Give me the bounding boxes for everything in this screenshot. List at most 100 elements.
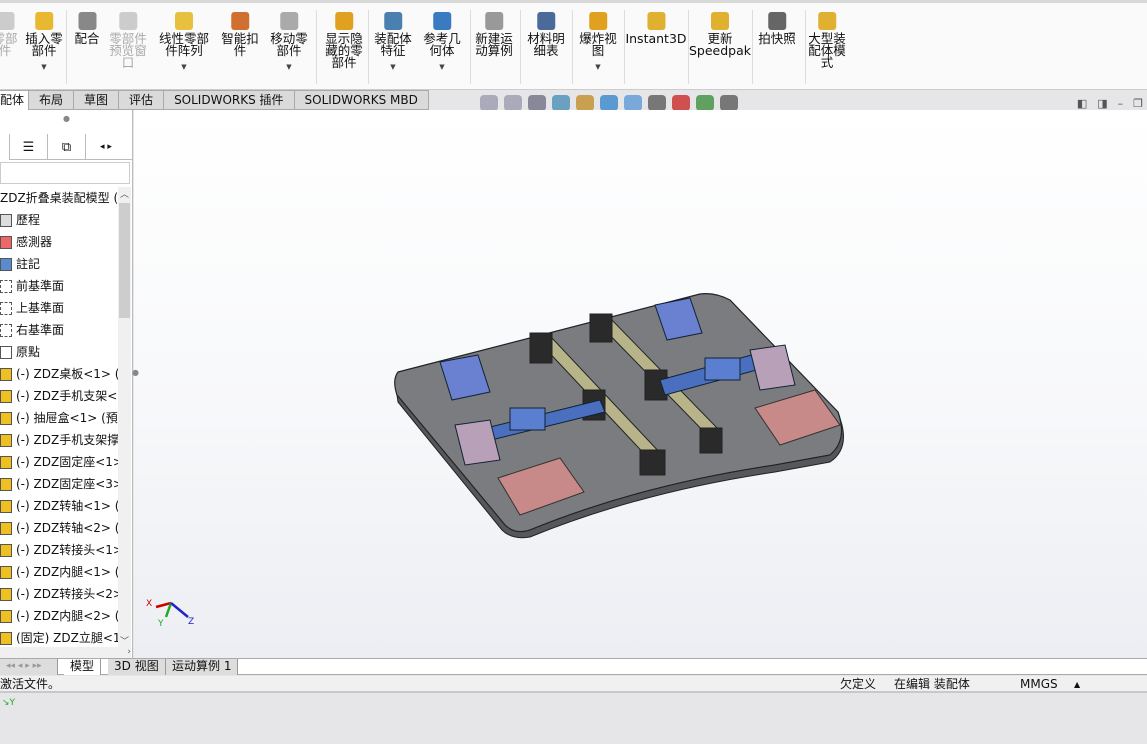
display-style-icon[interactable] — [624, 95, 642, 111]
ribbon-button-15[interactable]: 拍快照 — [758, 12, 796, 45]
ribbon-button-8[interactable]: 装配体 特征 ▼ — [374, 12, 412, 73]
history-icon — [0, 213, 12, 227]
tree-filter-input[interactable] — [0, 162, 130, 184]
part-icon — [0, 543, 12, 557]
dropdown-arrow-icon[interactable]: ▼ — [423, 61, 461, 73]
tree-item-label: (-) ZDZ转轴<1> (預 — [16, 499, 118, 513]
previous-view-icon[interactable] — [528, 95, 546, 111]
tree-item[interactable]: (-) ZDZ转轴<1> (預 — [0, 495, 118, 517]
tree-item[interactable]: (-) ZDZ转接头<2> — [0, 583, 118, 605]
minimize-icon[interactable]: – — [1118, 97, 1124, 110]
tab-3d-view[interactable]: 3D 视图 — [108, 659, 166, 675]
graphics-area[interactable]: X Y Z ● — [132, 110, 1147, 658]
tab-scroll-arrows[interactable]: ◂ ▸ — [86, 134, 126, 160]
view-orientation-icon[interactable] — [600, 95, 618, 111]
section-view-icon[interactable] — [552, 95, 570, 111]
ribbon-tool-icon — [767, 12, 786, 30]
tree-item-label: 感測器 — [16, 235, 53, 249]
tab-model[interactable]: 模型 — [64, 659, 102, 675]
tree-item[interactable]: (-) ZDZ内腿<1> (預 — [0, 561, 118, 583]
ribbon-button-14[interactable]: 更新 Speedpak — [689, 12, 751, 57]
ribbon-button-16[interactable]: 大型装 配体模 式 — [808, 12, 846, 69]
tree-item-label: (-) ZDZ手机支架<1 — [16, 389, 118, 403]
ribbon-button-label: 显示隐 藏的零 部件 — [325, 31, 363, 70]
tree-item[interactable]: (-) ZDZ手机支架撑 — [0, 429, 118, 451]
ribbon-button-11[interactable]: 材料明 细表 — [527, 12, 565, 57]
dynamic-annotation-icon[interactable] — [576, 95, 594, 111]
configuration-manager-tab-icon[interactable]: ⧉ — [48, 134, 86, 160]
tile-right-icon[interactable]: ◨ — [1097, 97, 1107, 110]
zoom-to-area-icon[interactable] — [504, 95, 522, 111]
tree-item[interactable]: (-) ZDZ转轴<2> (預 — [0, 517, 118, 539]
origin-icon — [0, 345, 12, 359]
tree-item[interactable]: (固定) ZDZ立腿<1 — [0, 627, 118, 649]
dropdown-arrow-icon[interactable]: ▼ — [159, 61, 209, 73]
tree-item[interactable]: 感測器 — [0, 231, 118, 253]
ribbon-button-7[interactable]: 显示隐 藏的零 部件 — [325, 12, 363, 69]
ribbon-button-0[interactable]: 零部 件 — [0, 12, 18, 57]
view-settings-icon[interactable] — [720, 95, 738, 111]
tree-item[interactable]: 歷程 — [0, 209, 118, 231]
status-bar: 激活文件。 欠定义 在编辑 装配体 MMGS ▲ — [0, 676, 1147, 693]
restore-icon[interactable]: ❐ — [1133, 97, 1143, 110]
dropdown-arrow-icon[interactable]: ▼ — [579, 61, 617, 73]
ribbon-separator — [66, 10, 67, 84]
tree-item[interactable]: 原點 — [0, 341, 118, 363]
tree-item[interactable]: (-) ZDZ手机支架<1 — [0, 385, 118, 407]
tree-root-assembly[interactable]: ZDZ折叠桌装配模型 (預 — [0, 187, 118, 209]
tree-item-label: (固定) ZDZ立腿<1 — [16, 631, 118, 645]
scroll-up-icon[interactable]: ︿ — [120, 187, 129, 200]
ribbon-button-4[interactable]: 线性零部 件阵列 ▼ — [159, 12, 209, 73]
dropdown-arrow-icon[interactable]: ▼ — [25, 61, 63, 73]
edit-appearance-icon[interactable] — [672, 95, 690, 111]
tab-3[interactable]: 评估 — [119, 90, 165, 110]
scrollbar-thumb[interactable] — [119, 203, 130, 318]
tab-nav-arrows[interactable]: ◂◂ ◂ ▸ ▸▸ — [0, 659, 58, 675]
ribbon-button-13[interactable]: Instant3D — [625, 12, 687, 45]
status-message: 激活文件。 — [0, 677, 61, 691]
ribbon-button-10[interactable]: 新建运 动算例 — [475, 12, 513, 57]
ribbon-button-6[interactable]: 移动零 部件 ▼ — [270, 12, 308, 73]
ribbon-button-5[interactable]: 智能扣 件 — [221, 12, 259, 57]
tree-scrollbar[interactable]: ︿ ﹀ — [118, 187, 131, 647]
ribbon-button-1[interactable]: 插入零 部件 ▼ — [25, 12, 63, 73]
tree-item-label: (-) ZDZ内腿<1> (預 — [16, 565, 118, 579]
tab-5[interactable]: SOLIDWORKS MBD — [294, 90, 429, 110]
ribbon-button-3[interactable]: 零部件 预览窗 口 — [109, 12, 147, 69]
ribbon-button-9[interactable]: 参考几 何体 ▼ — [423, 12, 461, 73]
panel-collapse-handle[interactable]: ● — [132, 368, 139, 377]
feature-tree-tab[interactable] — [0, 134, 10, 160]
property-manager-tab-icon[interactable]: ☰ — [10, 134, 48, 160]
tab-4[interactable]: SOLIDWORKS 插件 — [164, 90, 295, 110]
unit-system-button[interactable]: MMGS — [1020, 676, 1058, 693]
tree-item[interactable]: (-) ZDZ桌板<1> (預 — [0, 363, 118, 385]
horizontal-scrollbar[interactable]: › — [0, 647, 131, 658]
ribbon-button-2[interactable]: 配合 — [74, 12, 100, 45]
tree-item[interactable]: (-) 抽屉盒<1> (預設 — [0, 407, 118, 429]
zoom-to-fit-icon[interactable] — [480, 95, 498, 111]
tree-item[interactable]: 前基準面 — [0, 275, 118, 297]
dropdown-arrow-icon[interactable]: ▼ — [374, 61, 412, 73]
tree-item[interactable]: (-) ZDZ固定座<3> — [0, 473, 118, 495]
tree-item[interactable]: 註記 — [0, 253, 118, 275]
apply-scene-icon[interactable] — [696, 95, 714, 111]
ribbon-button-label: 智能扣 件 — [221, 31, 259, 58]
tree-item[interactable]: (-) ZDZ固定座<1> — [0, 451, 118, 473]
ribbon-button-12[interactable]: 爆炸视 图 ▼ — [579, 12, 617, 73]
units-menu-arrow-icon[interactable]: ▲ — [1074, 676, 1080, 693]
hide-show-icon[interactable] — [648, 95, 666, 111]
tab-1[interactable]: 布局 — [29, 90, 75, 110]
tab-motion-study[interactable]: 运动算例 1 — [166, 659, 239, 675]
tab-2[interactable]: 草图 — [74, 90, 120, 110]
tree-item[interactable]: (-) ZDZ内腿<2> (預 — [0, 605, 118, 627]
dropdown-arrow-icon[interactable]: ▼ — [270, 61, 308, 73]
tab-0[interactable]: 配体 — [0, 90, 30, 110]
ribbon-tool-icon — [711, 12, 729, 30]
tree-item[interactable]: 上基準面 — [0, 297, 118, 319]
scroll-down-icon[interactable]: ﹀ — [120, 634, 129, 647]
tree-item[interactable]: (-) ZDZ转接头<1> — [0, 539, 118, 561]
ribbon-button-label: 插入零 部件 — [25, 31, 63, 58]
tree-item-label: (-) ZDZ固定座<3> — [16, 477, 118, 491]
tree-item[interactable]: 右基準面 — [0, 319, 118, 341]
tile-left-icon[interactable]: ◧ — [1077, 97, 1087, 110]
